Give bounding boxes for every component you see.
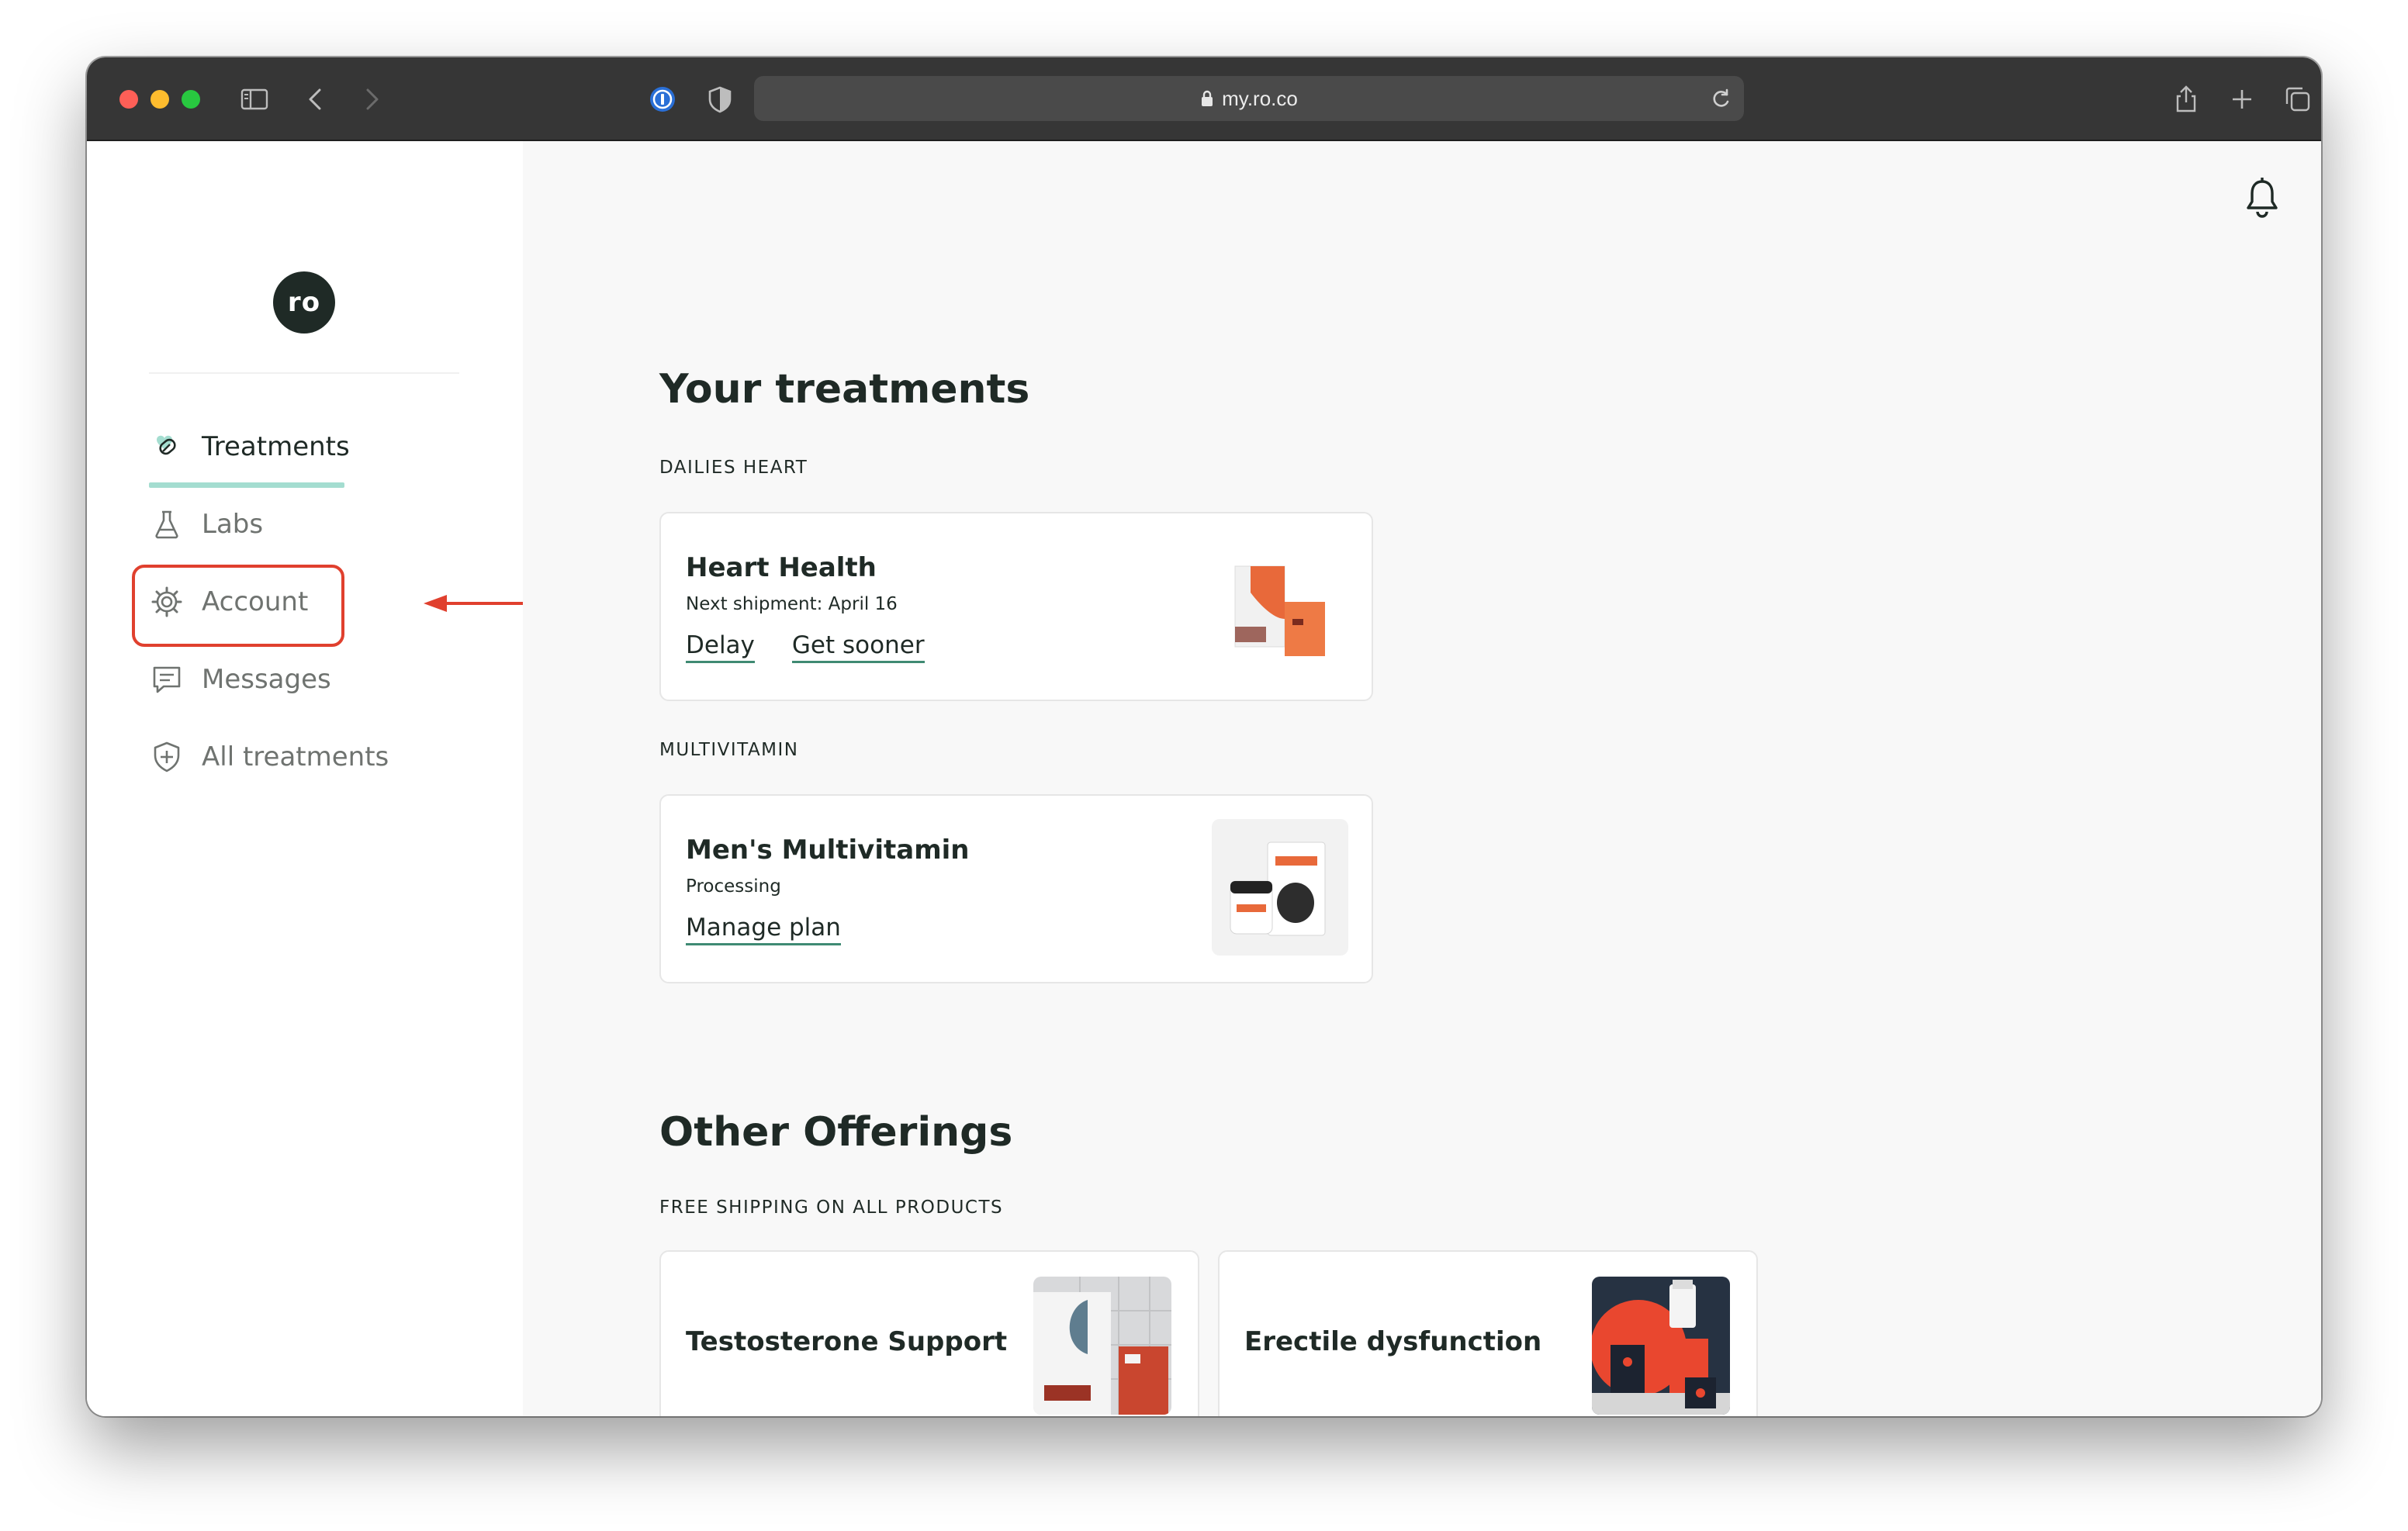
shipment-status: Next shipment: April 16 xyxy=(686,594,898,614)
zoom-window-button[interactable] xyxy=(182,90,200,109)
forward-icon[interactable] xyxy=(355,84,386,115)
browser-window: my.ro.co ro Treatments Labs Account Mess… xyxy=(87,57,2321,1416)
flask-icon xyxy=(155,510,178,539)
url-text: my.ro.co xyxy=(1222,86,1298,110)
back-icon[interactable] xyxy=(301,84,332,115)
get-sooner-link[interactable]: Get sooner xyxy=(791,631,925,663)
section-eyebrow: MULTIVITAMIN xyxy=(659,740,799,760)
sidebar-item-all-treatments[interactable]: All treatments xyxy=(149,734,389,780)
sidebar: ro Treatments Labs Account Messages All … xyxy=(87,141,681,1416)
minimize-window-button[interactable] xyxy=(150,90,169,109)
message-icon xyxy=(153,666,181,693)
sidebar-item-label: Labs xyxy=(202,509,264,540)
ro-logo[interactable]: ro xyxy=(273,271,335,334)
page-title: Your treatments xyxy=(659,366,1030,413)
bell-icon[interactable] xyxy=(2242,175,2282,220)
erectile-dysfunction-product-image xyxy=(1592,1277,1730,1415)
card-title: Heart Health xyxy=(686,552,877,583)
section-eyebrow: DAILIES HEART xyxy=(659,458,808,478)
card-title: Men's Multivitamin xyxy=(686,835,970,866)
sidebar-item-treatments[interactable]: Treatments xyxy=(149,423,350,470)
sidebar-toggle-icon[interactable] xyxy=(239,84,270,115)
testosterone-product-image xyxy=(1033,1277,1171,1415)
treatment-card-heart-health[interactable]: Heart Health Next shipment: April 16 Del… xyxy=(659,512,1373,701)
sidebar-item-label: All treatments xyxy=(202,741,389,772)
delay-link[interactable]: Delay xyxy=(686,631,755,663)
reload-icon[interactable] xyxy=(1708,86,1733,111)
divider xyxy=(149,372,459,374)
password-manager-icon[interactable] xyxy=(647,84,678,115)
plus-shield-icon xyxy=(154,741,180,772)
pill-heart-icon xyxy=(157,435,176,455)
sidebar-item-messages[interactable]: Messages xyxy=(149,656,331,703)
share-icon[interactable] xyxy=(2171,84,2202,115)
card-title: Erectile dysfunction xyxy=(1244,1326,1542,1357)
card-title: Testosterone Support xyxy=(686,1326,1008,1357)
new-tab-icon[interactable] xyxy=(2226,84,2258,115)
sidebar-item-label: Messages xyxy=(202,664,331,695)
sidebar-item-label: Treatments xyxy=(202,431,350,462)
main-content: Your treatments DAILIES HEART Heart Heal… xyxy=(523,141,2321,1416)
offering-card-erectile-dysfunction[interactable]: Erectile dysfunction xyxy=(1218,1250,1758,1416)
heart-health-product-image xyxy=(1220,549,1336,665)
sidebar-item-labs[interactable]: Labs xyxy=(149,501,263,548)
active-indicator xyxy=(149,482,344,488)
close-window-button[interactable] xyxy=(119,90,138,109)
tabs-overview-icon[interactable] xyxy=(2282,84,2313,115)
shield-icon[interactable] xyxy=(704,84,735,115)
offerings-title: Other Offerings xyxy=(659,1109,1013,1156)
browser-toolbar: my.ro.co xyxy=(87,57,2321,141)
manage-plan-link[interactable]: Manage plan xyxy=(686,914,841,945)
offering-card-testosterone-support[interactable]: Testosterone Support xyxy=(659,1250,1199,1416)
annotation-highlight-box xyxy=(132,565,344,647)
order-status: Processing xyxy=(686,876,781,897)
lock-icon xyxy=(1202,90,1213,106)
multivitamin-product-image xyxy=(1212,819,1348,956)
treatment-card-multivitamin[interactable]: Men's Multivitamin Processing Manage pla… xyxy=(659,794,1373,983)
address-bar[interactable]: my.ro.co xyxy=(754,76,1744,121)
offerings-eyebrow: FREE SHIPPING ON ALL PRODUCTS xyxy=(659,1197,1004,1218)
